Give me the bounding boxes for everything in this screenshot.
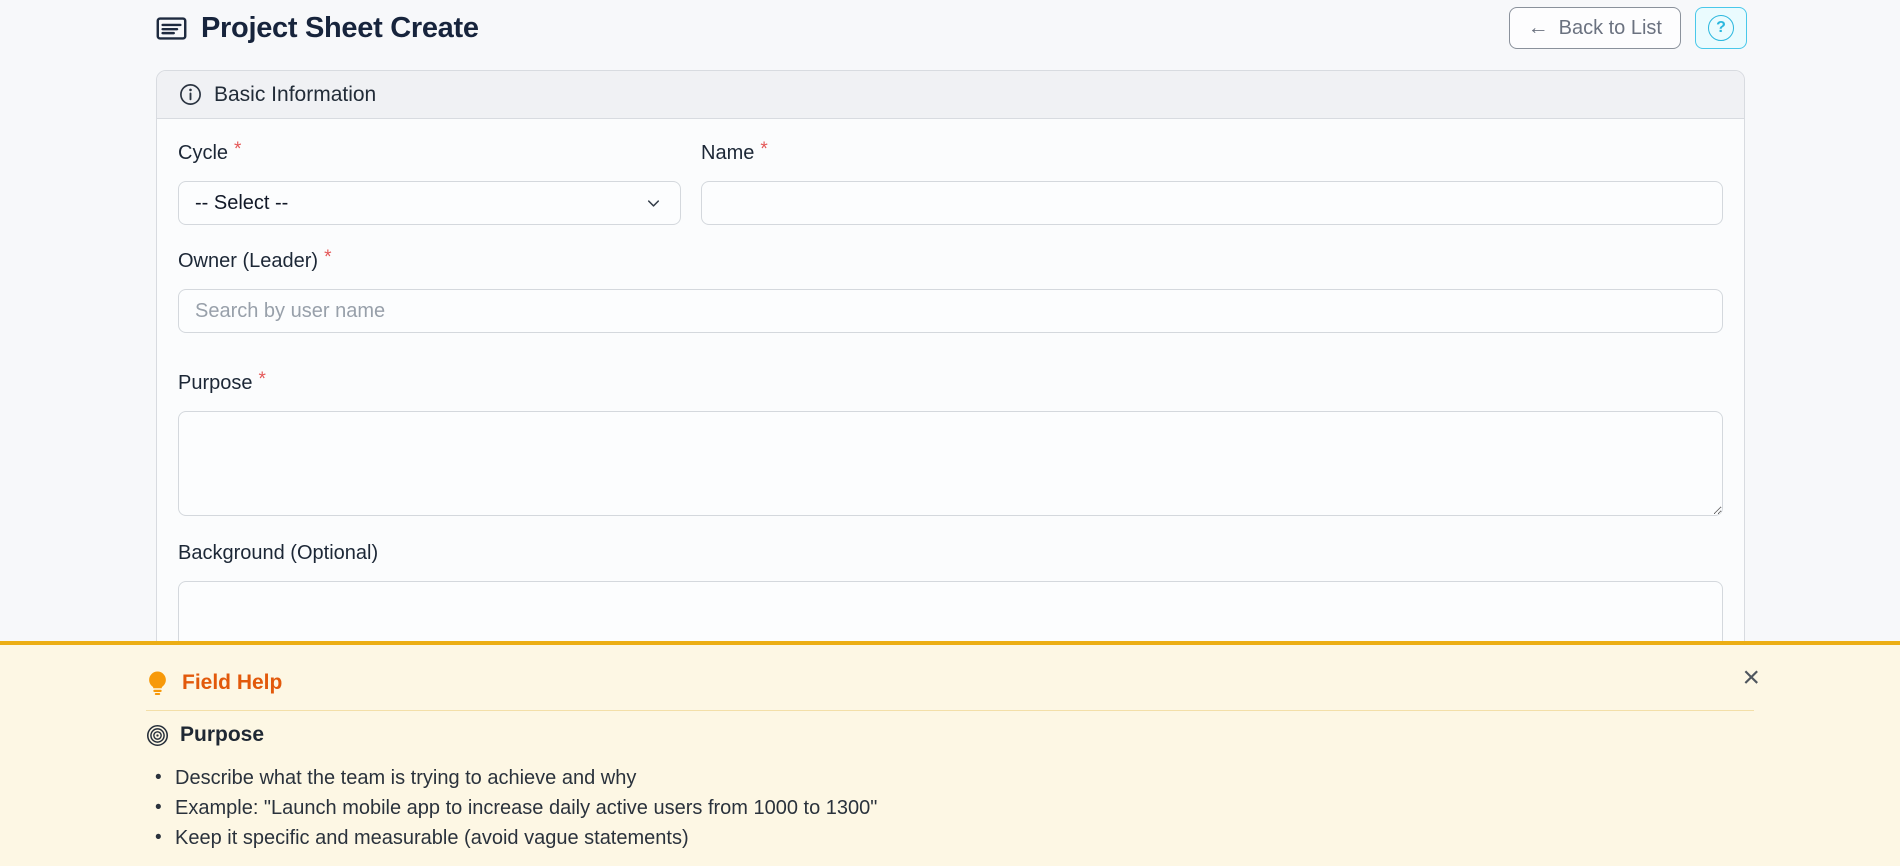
required-asterisk: * [324, 247, 332, 268]
field-help-panel: Field Help × Purpose • Describe what the… [0, 641, 1900, 866]
field-help-title: Field Help [182, 671, 283, 694]
help-purpose-section: Purpose Describe what the team is trying… [146, 723, 1754, 853]
name-field: Name * [701, 139, 1723, 225]
chevron-down-icon [644, 194, 663, 213]
purpose-textarea[interactable] [178, 411, 1723, 516]
help-section-heading: Purpose [146, 723, 1754, 747]
page: Project Sheet Create ← Back to List ? Ba… [0, 0, 1900, 866]
help-section-title: Purpose [180, 723, 265, 746]
required-asterisk: * [760, 139, 768, 160]
help-bullet: Keep it specific and measurable (avoid v… [146, 823, 1754, 853]
background-label: Background (Optional) [178, 541, 379, 564]
left-arrow-icon: ← [1527, 16, 1549, 39]
title-group: Project Sheet Create [156, 12, 479, 45]
cycle-select-value: -- Select -- [195, 191, 289, 214]
document-lines-icon [156, 15, 187, 42]
info-circle-icon [179, 83, 202, 106]
cycle-select[interactable]: -- Select -- [178, 181, 681, 225]
help-bullet-list: Describe what the team is trying to achi… [146, 763, 1754, 853]
cycle-field: Cycle * -- Select -- [178, 139, 681, 225]
form-body: Cycle * -- Select -- Name * Owner (Leade… [157, 119, 1744, 686]
close-icon[interactable]: × [1742, 663, 1760, 693]
owner-search-input[interactable] [178, 289, 1723, 333]
purpose-field: Purpose * [178, 369, 1723, 521]
question-circle-icon: ? [1708, 15, 1734, 41]
required-asterisk: * [234, 139, 242, 160]
required-asterisk: * [258, 369, 266, 390]
owner-field: Owner (Leader) * [178, 247, 1723, 333]
owner-label: Owner (Leader) * [178, 247, 332, 272]
cycle-label: Cycle * [178, 139, 242, 164]
card-section-header: Basic Information [157, 71, 1744, 119]
top-bar: Project Sheet Create ← Back to List ? [156, 0, 1747, 56]
target-icon [146, 724, 169, 747]
back-to-list-label: Back to List [1558, 16, 1662, 39]
help-bullet: Describe what the team is trying to achi… [146, 763, 1754, 793]
section-title: Basic Information [214, 82, 377, 106]
name-input[interactable] [701, 181, 1723, 225]
help-bullet: Example: "Launch mobile app to increase … [146, 793, 1754, 823]
purpose-label: Purpose * [178, 369, 266, 394]
field-help-header: Field Help [146, 669, 1754, 697]
page-help-button[interactable]: ? [1695, 7, 1747, 49]
lightbulb-icon [146, 670, 169, 696]
back-to-list-button[interactable]: ← Back to List [1508, 7, 1681, 49]
name-label: Name * [701, 139, 768, 164]
help-divider [146, 710, 1754, 711]
page-title: Project Sheet Create [201, 11, 479, 44]
